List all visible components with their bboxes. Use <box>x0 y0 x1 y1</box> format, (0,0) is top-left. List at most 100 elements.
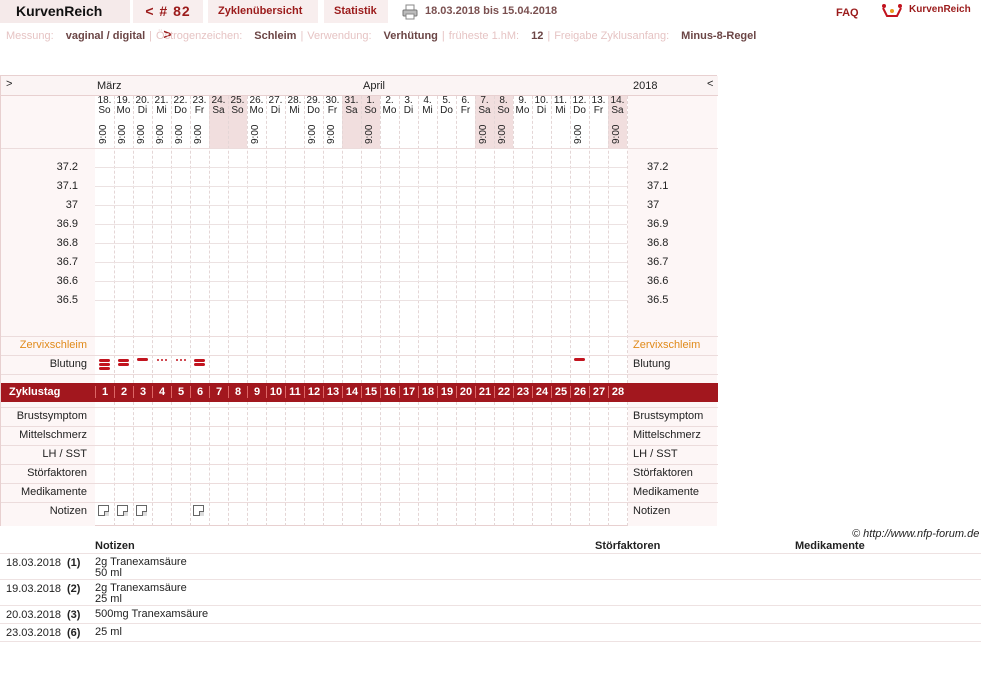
bleeding-mark[interactable] <box>165 359 167 361</box>
header-notizen: Notizen <box>95 540 135 552</box>
day-column[interactable]: 7. Sa 9:00 <box>475 96 494 148</box>
day-weekday: Sa <box>611 105 624 116</box>
measure-time: 9:00 <box>611 124 622 144</box>
bleeding-mark[interactable] <box>194 359 205 362</box>
nav-prev-arrow[interactable]: < <box>707 78 713 90</box>
bleeding-mark[interactable] <box>194 363 205 366</box>
temp-label-right: 36.5 <box>647 294 669 306</box>
temp-gridline <box>95 205 627 206</box>
day-column[interactable]: 30. Fr 9:00 <box>323 96 342 148</box>
bleeding-mark[interactable] <box>161 359 163 361</box>
day-weekday: Sa <box>212 105 225 116</box>
day-weekday: Di <box>403 105 414 116</box>
temp-label-right: 36.8 <box>647 237 669 249</box>
day-column[interactable]: 4. Mi <box>418 96 437 148</box>
bleeding-mark[interactable] <box>574 358 585 361</box>
temp-label-right: 36.9 <box>647 218 669 230</box>
day-column[interactable]: 26. Mo 9:00 <box>247 96 266 148</box>
messung-label: Messung: <box>6 30 54 42</box>
measure-time: 9:00 <box>573 124 584 144</box>
bleeding-mark[interactable] <box>118 359 129 362</box>
day-gridline <box>456 96 457 383</box>
blutung-label-right: Blutung <box>633 358 671 370</box>
day-column[interactable]: 11. Mi <box>551 96 570 148</box>
day-column[interactable]: 18. So 9:00 <box>95 96 114 148</box>
cycle-day-label: Zyklustag <box>9 386 61 398</box>
nav-next-arrow[interactable]: > <box>6 78 12 90</box>
cycle-day-number: 22 <box>494 386 513 398</box>
bleeding-mark[interactable] <box>99 359 110 362</box>
day-column[interactable]: 19. Mo 9:00 <box>114 96 133 148</box>
day-column[interactable]: 29. Do 9:00 <box>304 96 323 148</box>
bleeding-mark[interactable] <box>184 359 186 361</box>
top-bar: KurvenReich < # 82 > Zyklenübersicht Sta… <box>0 0 981 42</box>
faq-link[interactable]: FAQ <box>836 7 859 19</box>
note-day-number: (3) <box>67 609 81 621</box>
note-date: 23.03.2018 <box>6 627 62 639</box>
bleeding-mark[interactable] <box>176 359 178 361</box>
day-column[interactable]: 24. Sa <box>209 96 228 148</box>
day-column[interactable]: 13. Fr <box>589 96 608 148</box>
note-icon[interactable] <box>117 505 128 516</box>
day-column[interactable]: 5. Do <box>437 96 456 148</box>
day-column[interactable]: 2. Mo <box>380 96 399 148</box>
temp-label-left: 36.6 <box>56 275 78 287</box>
day-column[interactable]: 31. Sa <box>342 96 361 148</box>
day-column[interactable]: 22. Do 9:00 <box>171 96 190 148</box>
day-column[interactable]: 27. Di <box>266 96 285 148</box>
brand-title[interactable]: KurvenReich <box>0 0 130 23</box>
day-column[interactable]: 9. Mo <box>513 96 532 148</box>
day-column[interactable]: 28. Mi <box>285 96 304 148</box>
temp-label-right: 36.7 <box>647 256 669 268</box>
day-weekday: Mo <box>382 105 397 116</box>
temp-label-left: 36.8 <box>56 237 78 249</box>
note-date: 18.03.2018 <box>6 557 62 569</box>
cycle-day-number: 14 <box>342 386 361 398</box>
day-gridline <box>304 96 305 383</box>
settings-line: Messung: vaginal / digital | Östrogenzeiche… <box>6 30 757 42</box>
cycle-navigator[interactable]: < # 82 > <box>133 0 203 42</box>
day-gridline <box>551 96 552 383</box>
bleeding-mark[interactable] <box>99 367 110 370</box>
day-gridline <box>627 96 628 383</box>
printer-icon[interactable] <box>402 4 418 20</box>
day-column[interactable]: 23. Fr 9:00 <box>190 96 209 148</box>
day-column[interactable]: 6. Fr <box>456 96 475 148</box>
temp-label-left: 36.9 <box>56 218 78 230</box>
day-weekday: Do <box>440 105 453 116</box>
copyright-link[interactable]: © http://www.nfp-forum.de <box>852 528 979 540</box>
day-column[interactable]: 3. Di <box>399 96 418 148</box>
day-column[interactable]: 12. Do 9:00 <box>570 96 589 148</box>
bleeding-mark[interactable] <box>99 363 110 366</box>
notes-row: 23.03.2018 (6) 25 ml <box>0 623 981 641</box>
cycle-day-number: 25 <box>551 386 570 398</box>
temp-gridline <box>95 243 627 244</box>
day-column[interactable]: 21. Mi 9:00 <box>152 96 171 148</box>
bleeding-mark[interactable] <box>118 363 129 366</box>
day-gridline <box>266 96 267 383</box>
tab-cycle-overview[interactable]: Zyklenübersicht <box>208 0 318 23</box>
bleeding-mark[interactable] <box>157 359 159 361</box>
measure-time: 9:00 <box>117 124 128 144</box>
bleeding-mark[interactable] <box>137 358 148 361</box>
row-label-left: Medikamente <box>20 486 87 498</box>
zervix-label-right: Zervixschleim <box>633 339 701 351</box>
bleeding-mark[interactable] <box>180 359 182 361</box>
day-column[interactable]: 25. So <box>228 96 247 148</box>
verwendung-value: Verhütung <box>383 30 438 42</box>
logo-text[interactable]: KurvenReich <box>909 4 971 15</box>
day-column[interactable]: 1. So 9:00 <box>361 96 380 148</box>
note-icon[interactable] <box>136 505 147 516</box>
day-weekday: So <box>364 105 377 116</box>
tab-statistics[interactable]: Statistik <box>324 0 388 23</box>
note-icon[interactable] <box>193 505 204 516</box>
day-column[interactable]: 14. Sa 9:00 <box>608 96 627 148</box>
day-column[interactable]: 20. Di 9:00 <box>133 96 152 148</box>
temp-gridline <box>95 224 627 225</box>
note-icon[interactable] <box>98 505 109 516</box>
day-column[interactable]: 8. So 9:00 <box>494 96 513 148</box>
row-label-right: Medikamente <box>633 486 700 498</box>
temp-label-left: 37.2 <box>56 161 78 173</box>
day-gridline <box>171 96 172 383</box>
day-column[interactable]: 10. Di <box>532 96 551 148</box>
